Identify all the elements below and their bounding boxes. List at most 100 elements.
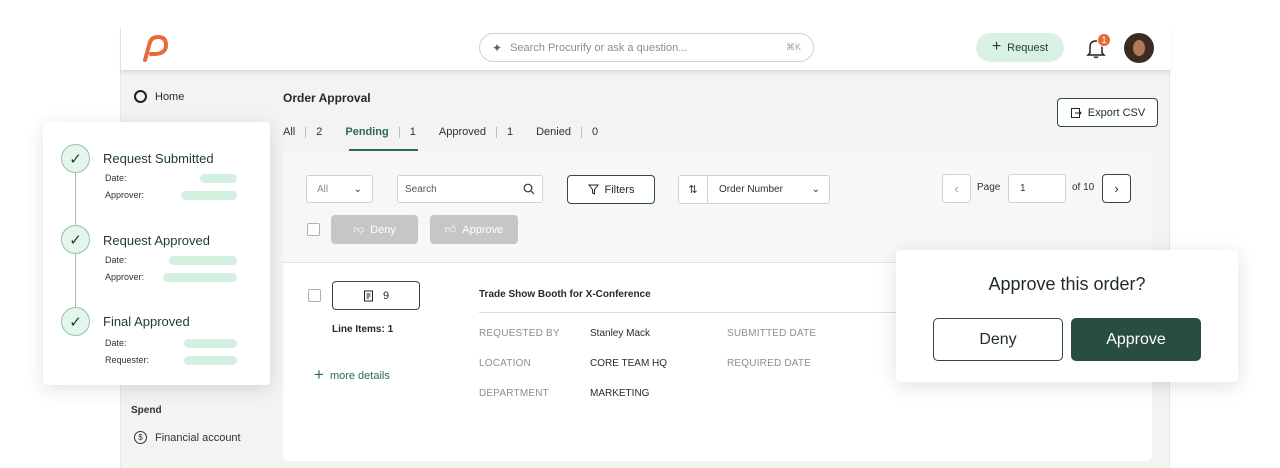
filters-label: Filters bbox=[604, 183, 635, 196]
timeline-step-person-key: Requester: bbox=[105, 355, 150, 365]
status-select[interactable]: All ⌄ bbox=[306, 175, 373, 203]
deny-button[interactable]: Deny bbox=[933, 318, 1063, 361]
previous-page-button[interactable]: ‹ bbox=[942, 174, 971, 203]
search-placeholder: Search Procurify or ask a question... bbox=[510, 41, 688, 54]
location-value: CORE TEAM HQ bbox=[590, 358, 668, 369]
plus-icon: + bbox=[991, 37, 1002, 55]
sparkle-icon: ✦ bbox=[492, 40, 503, 55]
request-button-label: Request bbox=[1007, 41, 1049, 54]
sidebar-item-home[interactable]: Home bbox=[134, 90, 184, 103]
top-bar: ✦ Search Procurify or ask a question... … bbox=[121, 28, 1171, 71]
chevron-down-icon: ⌄ bbox=[811, 184, 820, 195]
dollar-icon: $ bbox=[134, 431, 147, 444]
placeholder-bar bbox=[184, 339, 237, 348]
timeline-step-title: Final Approved bbox=[103, 314, 190, 329]
approve-order-dialog: Approve this order? Deny Approve bbox=[896, 250, 1238, 382]
dialog-title: Approve this order? bbox=[988, 274, 1146, 294]
approval-timeline-card: ✓ Request Submitted Date: Approver: ✓ Re… bbox=[43, 122, 270, 385]
procurify-logo-icon[interactable] bbox=[139, 34, 169, 62]
chevron-down-icon: ⌄ bbox=[353, 183, 362, 195]
search-icon bbox=[523, 183, 535, 195]
tab-denied-count: 0 bbox=[591, 126, 599, 138]
tab-approved-count: 1 bbox=[506, 126, 514, 138]
department-key: DEPARTMENT bbox=[479, 388, 549, 399]
placeholder-bar bbox=[169, 256, 237, 265]
timeline-step-person-key: Approver: bbox=[105, 272, 145, 282]
row-checkbox[interactable] bbox=[308, 289, 321, 302]
sidebar-item-label: Financial account bbox=[155, 431, 241, 444]
tab-approved[interactable]: Approved bbox=[439, 126, 486, 138]
requested-by-value: Stanley Mack bbox=[590, 328, 651, 339]
placeholder-bar bbox=[184, 356, 237, 365]
bulk-approve-button[interactable]: 👍︎ Approve bbox=[430, 215, 518, 244]
filters-button[interactable]: Filters bbox=[567, 175, 655, 204]
tab-pending[interactable]: Pending bbox=[345, 126, 388, 138]
order-search-placeholder: Search bbox=[405, 183, 437, 195]
line-items-label: Line Items: 1 bbox=[332, 324, 394, 335]
check-icon: ✓ bbox=[61, 144, 90, 173]
approve-button[interactable]: Approve bbox=[1071, 318, 1201, 361]
export-csv-button[interactable]: Export CSV bbox=[1057, 98, 1158, 127]
order-search-input[interactable]: Search bbox=[397, 175, 543, 203]
thumbs-down-icon: 👎︎ bbox=[353, 224, 365, 236]
tab-pending-count: 1 bbox=[409, 126, 416, 138]
filter-icon bbox=[587, 184, 599, 195]
check-icon: ✓ bbox=[61, 307, 90, 336]
notification-badge: 1 bbox=[1097, 33, 1111, 47]
more-details-label: more details bbox=[329, 369, 390, 382]
more-details-link[interactable]: + more details bbox=[314, 365, 390, 384]
page-number-input[interactable]: 1 bbox=[1008, 174, 1066, 203]
bulk-deny-button[interactable]: 👎︎ Deny bbox=[331, 215, 418, 244]
sidebar-section-spend: Spend bbox=[131, 405, 162, 416]
sort-select[interactable]: ⇅ Order Number ⌄ bbox=[678, 175, 830, 204]
sidebar-item-label: Home bbox=[155, 90, 185, 103]
globe-icon bbox=[134, 90, 147, 103]
export-csv-label: Export CSV bbox=[1087, 106, 1146, 119]
bulk-approve-label: Approve bbox=[462, 223, 504, 236]
receipt-icon bbox=[363, 290, 373, 301]
request-button[interactable]: + Request bbox=[976, 33, 1064, 62]
app-window: ✦ Search Procurify or ask a question... … bbox=[120, 28, 1171, 468]
check-icon: ✓ bbox=[61, 225, 90, 254]
sort-icon[interactable]: ⇅ bbox=[679, 176, 708, 203]
status-tabs: All 2 Pending 1 Approved 1 Denied 0 bbox=[283, 126, 598, 138]
submitted-date-key: SUBMITTED DATE bbox=[727, 328, 817, 339]
page-label: Page bbox=[977, 182, 1001, 193]
thumbs-up-icon: 👍︎ bbox=[444, 224, 457, 236]
required-date-key: REQUIRED DATE bbox=[727, 358, 812, 369]
line-items-count: 9 bbox=[382, 289, 390, 302]
timeline-step-date-key: Date: bbox=[105, 338, 127, 348]
global-search-input[interactable]: ✦ Search Procurify or ask a question... … bbox=[479, 33, 814, 62]
requested-by-key: REQUESTED BY bbox=[479, 328, 560, 339]
plus-icon: + bbox=[314, 365, 324, 384]
shortcut-hint: ⌘K bbox=[785, 42, 801, 52]
placeholder-bar bbox=[200, 174, 237, 183]
tab-all[interactable]: All bbox=[283, 126, 295, 138]
line-items-button[interactable]: 9 bbox=[332, 281, 420, 310]
location-key: LOCATION bbox=[479, 358, 531, 369]
page-total: of 10 bbox=[1072, 182, 1095, 193]
department-value: MARKETING bbox=[590, 388, 650, 399]
tab-denied[interactable]: Denied bbox=[536, 126, 571, 138]
placeholder-bar bbox=[181, 191, 237, 200]
timeline-step-date-key: Date: bbox=[105, 255, 127, 265]
next-page-button[interactable]: › bbox=[1102, 174, 1131, 203]
divider bbox=[479, 312, 929, 313]
chevron-right-icon: › bbox=[1114, 181, 1119, 196]
sidebar-item-financial-account[interactable]: $ Financial account bbox=[134, 431, 241, 444]
order-title: Trade Show Booth for X-Conference bbox=[479, 289, 651, 300]
bulk-deny-label: Deny bbox=[370, 223, 396, 236]
tab-all-count: 2 bbox=[316, 126, 323, 138]
timeline-step-date-key: Date: bbox=[105, 173, 127, 183]
timeline-step-person-key: Approver: bbox=[105, 190, 145, 200]
filter-bar: All ⌄ Search Filters ⇅ Order Number ⌄ ‹ … bbox=[283, 151, 1152, 263]
placeholder-bar bbox=[163, 273, 237, 282]
sort-select-value: Order Number bbox=[719, 184, 783, 195]
status-select-value: All bbox=[317, 183, 329, 195]
timeline-step-title: Request Approved bbox=[103, 233, 210, 248]
export-icon bbox=[1070, 107, 1082, 118]
select-all-checkbox[interactable] bbox=[307, 223, 320, 236]
page-title: Order Approval bbox=[283, 91, 371, 105]
avatar[interactable] bbox=[1124, 33, 1154, 63]
timeline-step-title: Request Submitted bbox=[103, 151, 214, 166]
